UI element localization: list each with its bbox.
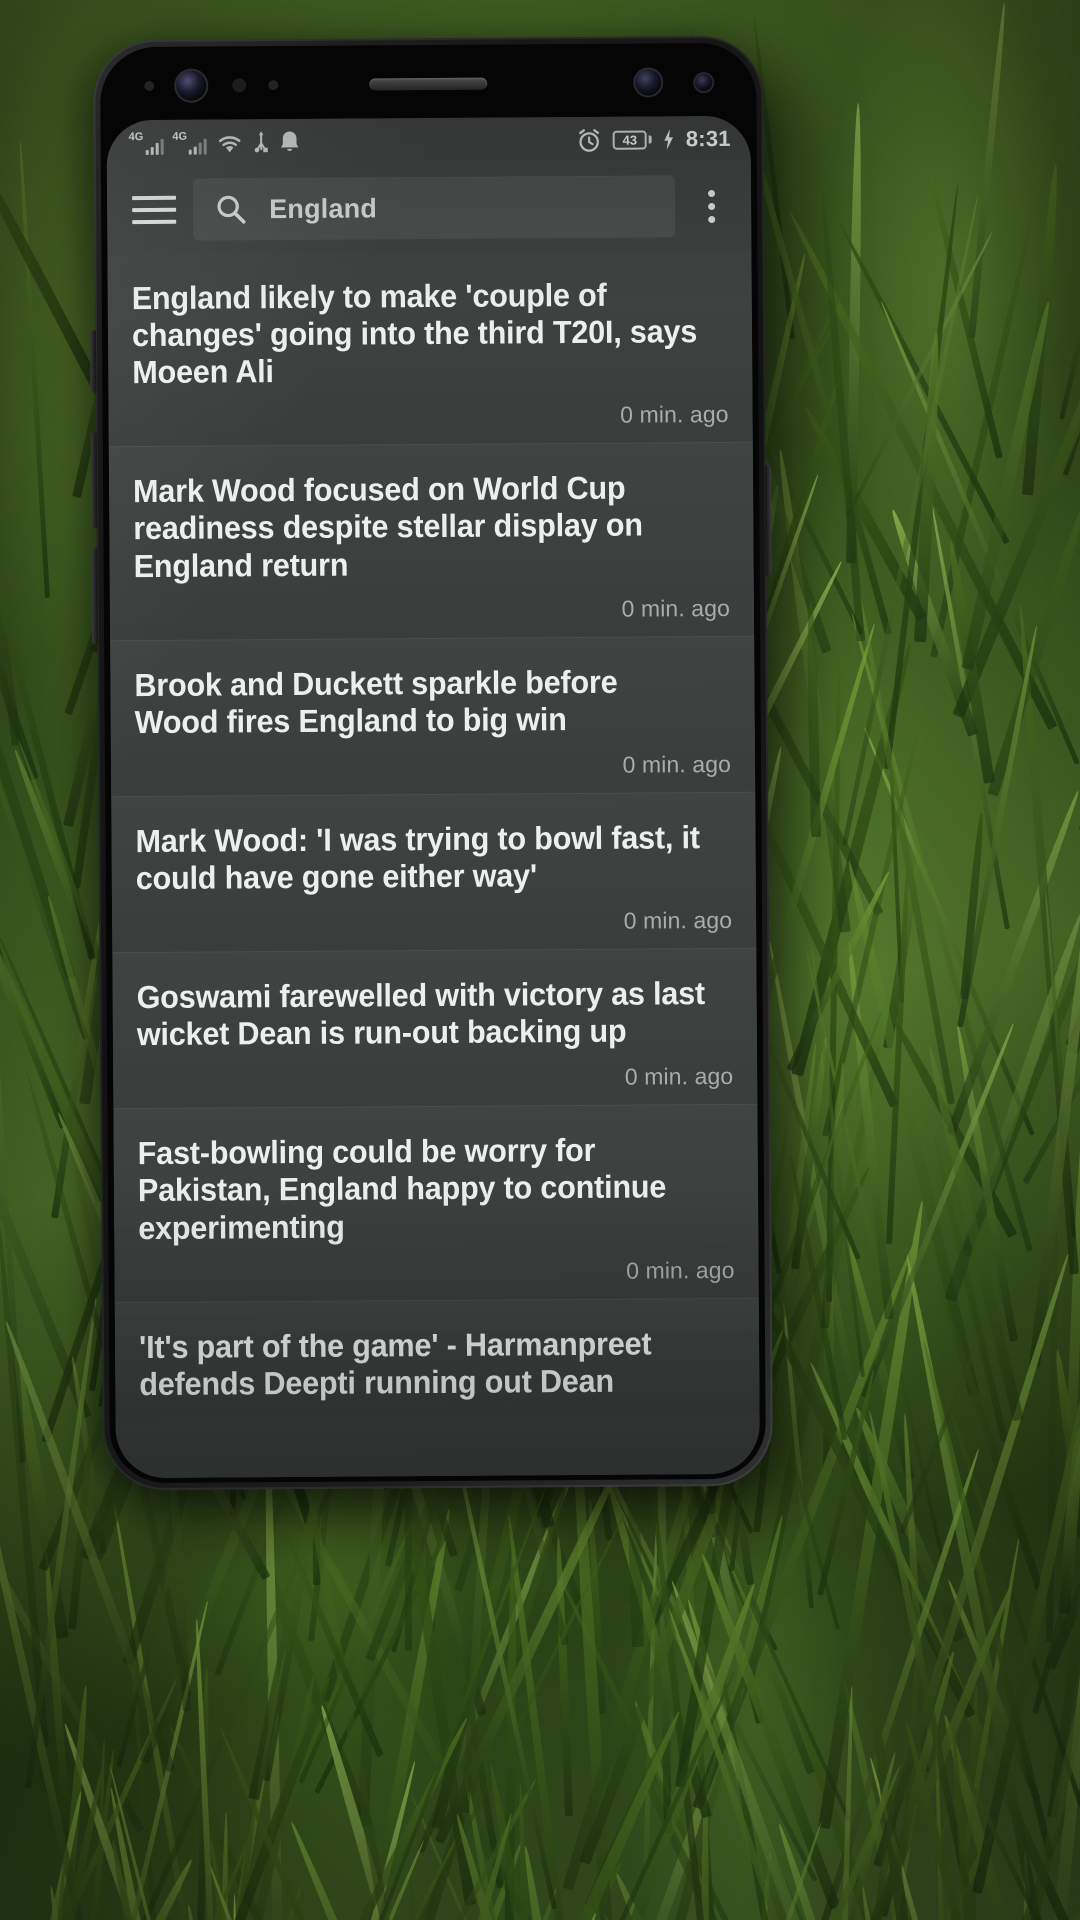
battery-level-label: 43 [613,130,647,149]
list-item[interactable]: Mark Wood: 'I was trying to bowl fast, i… [111,792,756,953]
search-input[interactable]: England [193,175,675,240]
side-button-bixby[interactable] [90,330,96,392]
led-indicator-icon [268,80,278,90]
more-options-icon[interactable] [689,179,733,233]
article-timestamp: 0 min. ago [138,1257,734,1288]
signal-bars-icon [189,138,207,155]
article-timestamp: 0 min. ago [136,907,732,938]
article-title: Brook and Duckett sparkle before Wood fi… [134,663,704,741]
article-timestamp: 0 min. ago [135,751,731,782]
charging-bolt-icon [663,128,675,150]
article-title: Fast-bowling could be worry for Pakistan… [138,1131,708,1246]
search-query-text: England [269,193,377,225]
list-item[interactable]: Fast-bowling could be worry for Pakistan… [113,1104,758,1302]
sim1-signal: 4G [129,132,164,155]
proximity-sensor-icon [144,81,154,91]
usb-icon [253,130,270,154]
phone-screen: 4G 4G 43 8:31 England England likely to … [107,116,760,1478]
list-item[interactable]: England likely to make 'couple of change… [107,250,752,447]
wifi-icon [216,132,244,154]
article-title: Mark Wood: 'I was trying to bowl fast, i… [135,819,705,897]
network-type-label-1: 4G [129,132,144,143]
earpiece-speaker [369,78,487,91]
article-timestamp: 0 min. ago [137,1063,733,1094]
list-item[interactable]: Goswami farewelled with victory as last … [112,948,757,1109]
app-toolbar: England [107,162,752,254]
list-item[interactable]: 'It's part of the game' - Harmanpreet de… [115,1297,760,1417]
list-item[interactable]: Brook and Duckett sparkle before Wood fi… [110,635,755,796]
network-type-label-2: 4G [172,132,187,143]
volume-down-button[interactable] [91,548,98,644]
notification-bell-icon [279,130,301,154]
hamburger-menu-icon[interactable] [129,185,179,235]
status-bar: 4G 4G 43 8:31 [107,116,751,166]
battery-tip [649,135,652,143]
signal-bars-icon [145,138,163,155]
list-item[interactable]: Mark Wood focused on World Cup readiness… [109,442,754,640]
article-title: England likely to make 'couple of change… [132,276,702,391]
article-title: 'It's part of the game' - Harmanpreet de… [139,1325,709,1403]
smartphone-device: 4G 4G 43 8:31 England England likely to … [93,36,773,1491]
article-list[interactable]: England likely to make 'couple of change… [107,250,760,1478]
article-timestamp: 0 min. ago [134,595,730,626]
iris-scanner-icon [176,71,206,101]
light-sensor-icon [232,78,246,92]
article-title: Goswami farewelled with victory as last … [137,975,707,1053]
front-camera-icon [635,69,661,95]
volume-up-button[interactable] [91,432,98,528]
alarm-icon [577,127,602,152]
power-button[interactable] [765,466,772,576]
secondary-sensor-icon [695,74,712,91]
phone-bezel: 4G 4G 43 8:31 England England likely to … [100,43,766,1484]
top-bezel-sensors [106,48,750,120]
article-timestamp: 0 min. ago [132,401,728,432]
article-title: Mark Wood focused on World Cup readiness… [133,469,703,584]
sim2-signal: 4G [172,132,207,155]
clock-time: 8:31 [686,126,731,152]
battery-icon: 43 [613,130,652,149]
search-icon [215,193,247,225]
